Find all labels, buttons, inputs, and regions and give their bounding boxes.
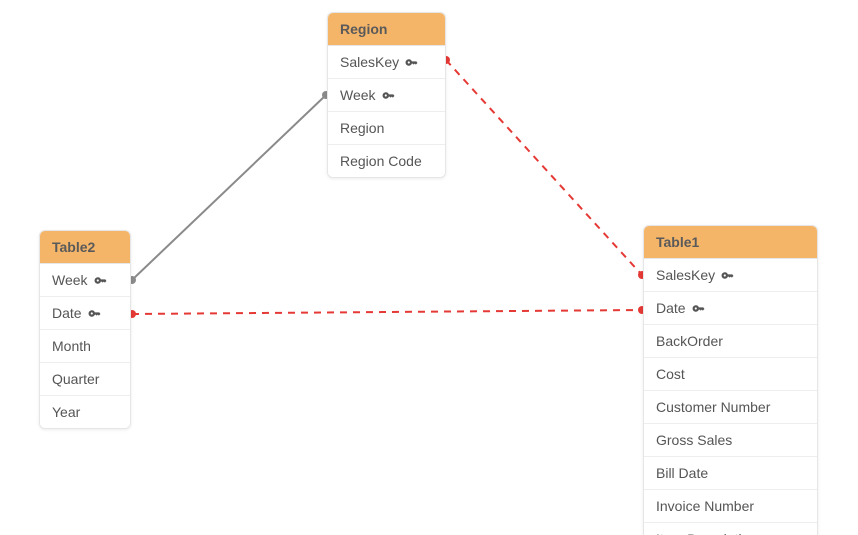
- field-label: SalesKey: [656, 267, 715, 283]
- key-icon: [692, 302, 705, 315]
- field-table1-date[interactable]: Date: [644, 292, 817, 325]
- key-icon: [405, 56, 418, 69]
- field-table2-year[interactable]: Year: [40, 396, 130, 428]
- field-label: Year: [52, 404, 80, 420]
- field-label: Region Code: [340, 153, 422, 169]
- table-table2[interactable]: Table2 Week Date Month Quarter Year: [39, 230, 131, 429]
- field-table1-backorder[interactable]: BackOrder: [644, 325, 817, 358]
- field-region-region[interactable]: Region: [328, 112, 445, 145]
- table-table2-header[interactable]: Table2: [40, 231, 130, 264]
- key-icon: [94, 274, 107, 287]
- field-label: Region: [340, 120, 384, 136]
- table-region-title: Region: [340, 21, 387, 37]
- field-label: Gross Sales: [656, 432, 732, 448]
- field-table2-date[interactable]: Date: [40, 297, 130, 330]
- field-label: Week: [340, 87, 376, 103]
- field-label: Month: [52, 338, 91, 354]
- field-label: Bill Date: [656, 465, 708, 481]
- field-label: Invoice Number: [656, 498, 754, 514]
- field-table2-quarter[interactable]: Quarter: [40, 363, 130, 396]
- field-label: Customer Number: [656, 399, 770, 415]
- field-table1-itemdescription[interactable]: Item Description: [644, 523, 817, 535]
- field-label: BackOrder: [656, 333, 723, 349]
- table-table1[interactable]: Table1 SalesKey Date BackOrder Cost Cust…: [643, 225, 818, 535]
- field-table2-week[interactable]: Week: [40, 264, 130, 297]
- field-table1-invoicenumber[interactable]: Invoice Number: [644, 490, 817, 523]
- field-region-regioncode[interactable]: Region Code: [328, 145, 445, 177]
- table-region[interactable]: Region SalesKey Week Region Region Code: [327, 12, 446, 178]
- field-label: Quarter: [52, 371, 99, 387]
- field-table1-cost[interactable]: Cost: [644, 358, 817, 391]
- field-table2-month[interactable]: Month: [40, 330, 130, 363]
- field-region-saleskey[interactable]: SalesKey: [328, 46, 445, 79]
- field-table1-grosssales[interactable]: Gross Sales: [644, 424, 817, 457]
- field-table1-saleskey[interactable]: SalesKey: [644, 259, 817, 292]
- table-region-header[interactable]: Region: [328, 13, 445, 46]
- table-table1-title: Table1: [656, 234, 699, 250]
- field-label: SalesKey: [340, 54, 399, 70]
- field-table1-billdate[interactable]: Bill Date: [644, 457, 817, 490]
- field-label: Week: [52, 272, 88, 288]
- key-icon: [88, 307, 101, 320]
- field-label: Date: [52, 305, 82, 321]
- key-icon: [721, 269, 734, 282]
- table-table2-title: Table2: [52, 239, 95, 255]
- field-label: Date: [656, 300, 686, 316]
- table-table1-header[interactable]: Table1: [644, 226, 817, 259]
- field-table1-customernumber[interactable]: Customer Number: [644, 391, 817, 424]
- field-region-week[interactable]: Week: [328, 79, 445, 112]
- field-label: Item Description: [656, 531, 757, 535]
- field-label: Cost: [656, 366, 685, 382]
- key-icon: [382, 89, 395, 102]
